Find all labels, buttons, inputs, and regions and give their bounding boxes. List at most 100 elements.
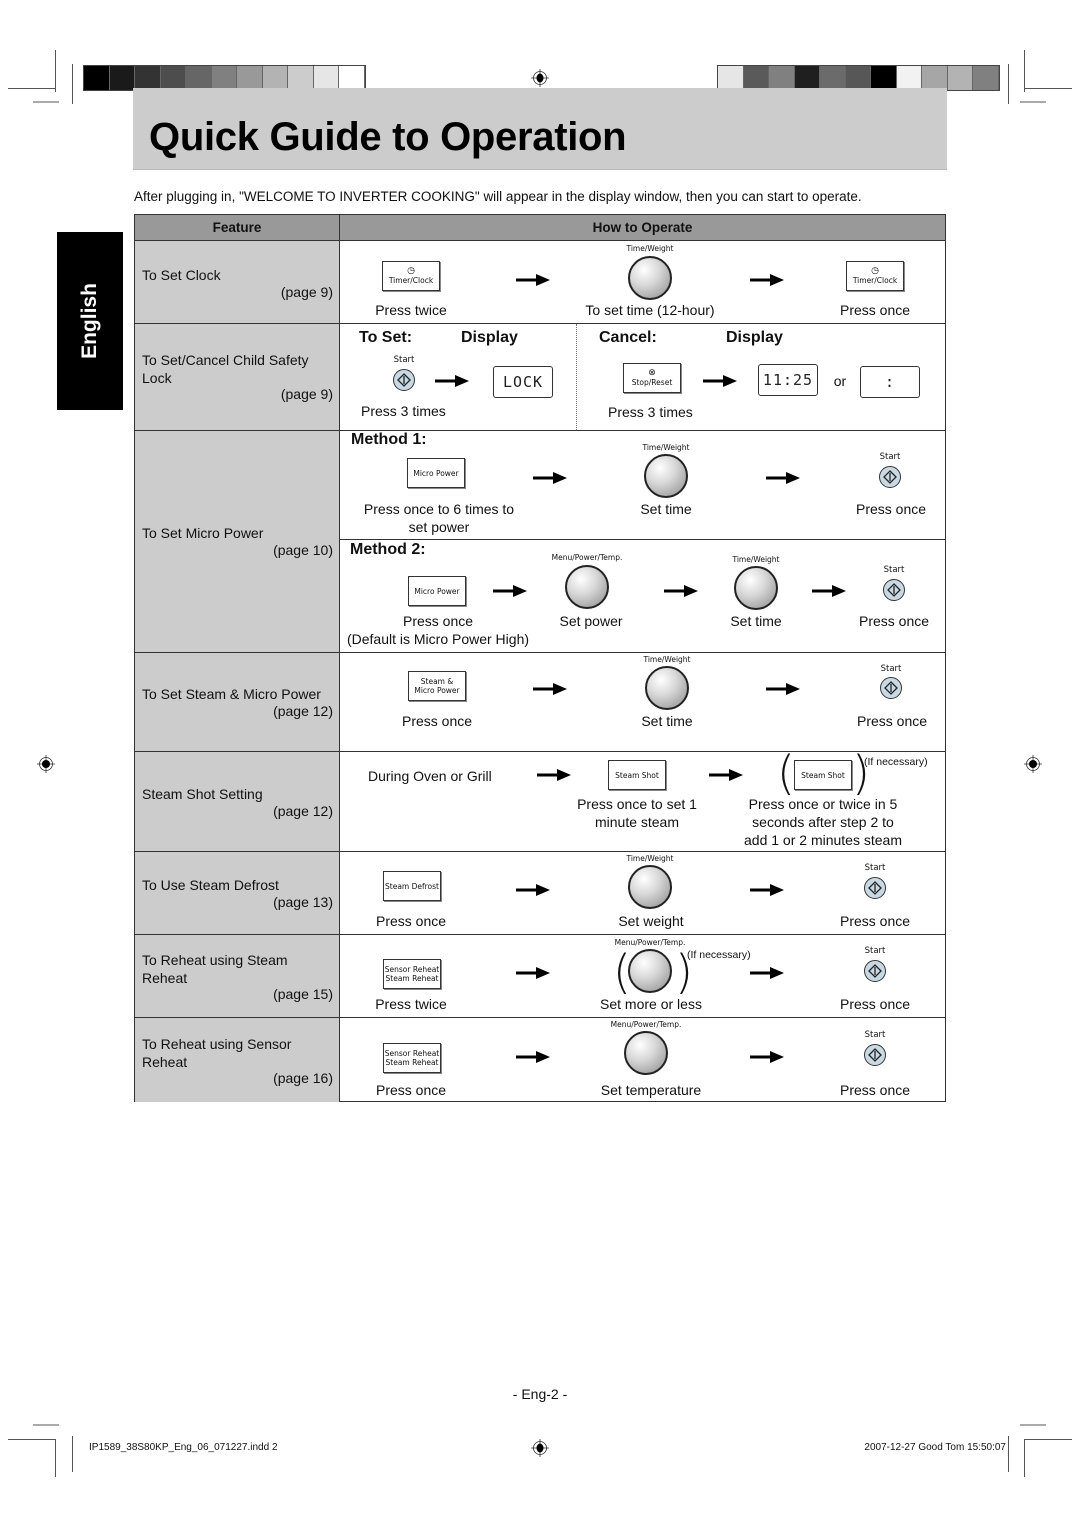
arrow-right-icon <box>703 375 737 387</box>
step-caption: Press once <box>375 913 447 929</box>
time-weight-dial[interactable] <box>734 566 778 610</box>
knob-label: Menu/Power/Temp. <box>610 1020 682 1029</box>
step-note: (Default is Micro Power High) <box>346 631 530 647</box>
knob-label: Time/Weight <box>642 443 690 452</box>
menu-power-temp-dial[interactable] <box>628 949 672 993</box>
color-swatch <box>211 66 237 90</box>
start-button[interactable] <box>864 877 886 899</box>
color-swatch <box>947 66 973 90</box>
clock-icon: ◷ <box>407 266 415 276</box>
step-caption: During Oven or Grill <box>368 768 492 784</box>
step-caption: Press once <box>858 613 930 629</box>
time-weight-dial[interactable] <box>628 865 672 909</box>
feature-name: To Set Clock <box>142 267 221 283</box>
arrow-right-icon <box>533 683 567 695</box>
start-button[interactable] <box>864 960 886 982</box>
arrow-right-icon <box>750 884 784 896</box>
step-caption: Press twice <box>375 996 447 1012</box>
sensor-steam-reheat-button[interactable]: Sensor Reheat Steam Reheat <box>383 959 441 989</box>
start-button[interactable] <box>880 677 902 699</box>
arrow-right-icon <box>766 472 800 484</box>
color-swatch <box>820 66 846 90</box>
time-weight-dial[interactable] <box>644 454 688 498</box>
knob-label: Time/Weight <box>732 555 780 564</box>
feature-page-ref: (page 9) <box>280 284 333 300</box>
feature-page-ref: (page 16) <box>273 1070 333 1086</box>
menu-power-temp-dial[interactable] <box>624 1031 668 1075</box>
start-diamond-icon <box>397 373 411 387</box>
steam-shot-button[interactable]: Steam Shot <box>608 760 666 790</box>
step-caption: Press once <box>839 302 911 318</box>
step-caption: Set time <box>640 501 692 517</box>
color-swatch <box>743 66 769 90</box>
start-label: Start <box>879 452 901 462</box>
display-heading: Display <box>461 329 518 346</box>
arrow-right-icon <box>750 967 784 979</box>
arrow-right-icon <box>664 585 698 597</box>
start-button[interactable] <box>864 1044 886 1066</box>
timer-clock-button[interactable]: ◷ Timer/Clock <box>382 261 440 291</box>
feature-name: To Set Steam & Micro Power <box>142 686 321 702</box>
color-swatch <box>237 66 263 90</box>
menu-power-temp-dial[interactable] <box>565 565 609 609</box>
row-divider <box>135 323 945 324</box>
title-band: Quick Guide to Operation <box>133 88 947 170</box>
to-set-heading: To Set: <box>359 329 413 346</box>
steam-micro-power-button[interactable]: Steam & Micro Power <box>408 671 466 701</box>
arrow-right-icon <box>516 1051 550 1063</box>
quick-guide-table: Feature How to Operate To Set Clock (pag… <box>134 214 946 1102</box>
micro-power-button[interactable]: Micro Power <box>407 458 465 488</box>
arrow-right-icon <box>533 472 567 484</box>
display-heading: Display <box>726 329 783 346</box>
timer-clock-button[interactable]: ◷ Timer/Clock <box>846 261 904 291</box>
arrow-right-icon <box>766 683 800 695</box>
registration-mark-icon <box>531 69 549 87</box>
time-weight-dial[interactable] <box>645 666 689 710</box>
start-label: Start <box>393 355 415 365</box>
if-necessary-note: (If necessary) <box>864 756 928 768</box>
steam-defrost-button[interactable]: Steam Defrost <box>383 871 441 901</box>
start-button[interactable] <box>393 369 415 391</box>
step-caption: Press twice <box>375 302 447 318</box>
stop-reset-button[interactable]: ⊗ Stop/Reset <box>623 363 681 393</box>
step-caption: Press once <box>402 613 474 629</box>
display-time: 11:25 <box>758 364 818 396</box>
feature-name: To Set/Cancel Child Safety Lock <box>142 352 309 386</box>
arrow-right-icon <box>493 585 527 597</box>
step-caption: Press once to 6 times to set power <box>363 501 515 535</box>
feature-name: To Reheat using Steam Reheat <box>142 952 288 986</box>
color-swatch <box>769 66 795 90</box>
start-label: Start <box>883 565 905 575</box>
color-swatch <box>922 66 948 90</box>
intro-text: After plugging in, "WELCOME TO INVERTER … <box>134 189 862 204</box>
if-necessary-note: (If necessary) <box>687 949 751 961</box>
start-button[interactable] <box>879 466 901 488</box>
color-swatch <box>794 66 820 90</box>
sensor-steam-reheat-button[interactable]: Sensor Reheat Steam Reheat <box>383 1043 441 1073</box>
color-swatch <box>288 66 314 90</box>
arrow-right-icon <box>516 274 550 286</box>
start-diamond-icon <box>868 964 882 978</box>
method1-heading: Method 1: <box>351 431 427 448</box>
color-swatch <box>313 66 339 90</box>
method-divider <box>340 539 945 540</box>
step-caption: Press once <box>856 713 928 729</box>
time-weight-dial[interactable] <box>628 256 672 300</box>
feature-name: To Reheat using Sensor Reheat <box>142 1036 292 1070</box>
footer-timestamp: 2007-12-27 Good Tom 15:50:07 <box>864 1442 1006 1453</box>
steam-shot-button[interactable]: Steam Shot <box>794 760 852 790</box>
row-divider <box>135 934 945 935</box>
registration-mark-icon <box>531 1439 549 1457</box>
micro-power-button[interactable]: Micro Power <box>408 576 466 606</box>
stop-icon: ⊗ <box>648 368 656 378</box>
color-swatch <box>845 66 871 90</box>
color-swatch <box>109 66 135 90</box>
color-swatch <box>718 66 744 90</box>
color-swatch <box>186 66 212 90</box>
header-how-to-operate: How to Operate <box>340 215 945 241</box>
registration-mark-icon <box>1024 755 1042 773</box>
open-paren: ( <box>777 746 795 800</box>
arrow-right-icon <box>435 375 469 387</box>
start-button[interactable] <box>883 579 905 601</box>
clock-icon: ◷ <box>871 266 879 276</box>
